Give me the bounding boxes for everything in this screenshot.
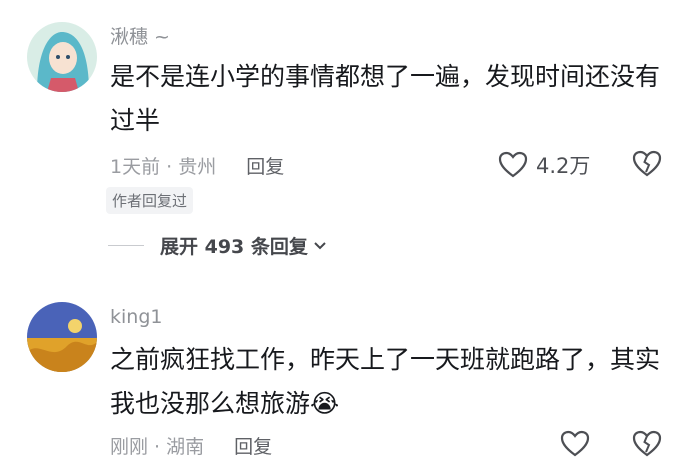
comment-text: 是不是连小学的事情都想了一遍，发现时间还没有过半: [110, 62, 661, 135]
expand-replies-button[interactable]: 展开 493 条回复: [108, 232, 328, 259]
author-replied-badge: 作者回复过: [106, 187, 194, 214]
like-button[interactable]: 4.2万: [498, 150, 590, 180]
dislike-button[interactable]: [632, 150, 662, 182]
heart-icon: [498, 151, 528, 178]
heart-icon: [560, 430, 590, 457]
reply-button[interactable]: 回复: [246, 152, 284, 179]
like-button[interactable]: [560, 430, 598, 458]
comment-meta: 1天前 · 贵州 回复: [110, 152, 284, 179]
broken-heart-icon: [632, 430, 662, 457]
avatar[interactable]: [27, 302, 97, 372]
like-count: 4.2万: [536, 154, 591, 178]
comment-username[interactable]: king1: [110, 306, 162, 328]
comment-username[interactable]: 湫穗 ~: [110, 22, 170, 49]
comment-meta: 刚刚 · 湖南 回复: [110, 432, 272, 459]
dislike-button[interactable]: [632, 430, 662, 462]
comment-time-location: 1天前 · 贵州: [110, 156, 217, 178]
expand-replies-label: 展开 493 条回复: [160, 236, 308, 258]
broken-heart-icon: [632, 150, 662, 177]
comment-text: 之前疯狂找工作，昨天上了一天班就跑路了，其实我也没那么想旅游😭: [110, 345, 661, 418]
reply-button[interactable]: 回复: [234, 432, 272, 459]
divider-line: [108, 245, 144, 246]
chevron-down-icon: [314, 241, 326, 249]
avatar[interactable]: [27, 22, 97, 92]
comment-time-location: 刚刚 · 湖南: [110, 436, 205, 458]
